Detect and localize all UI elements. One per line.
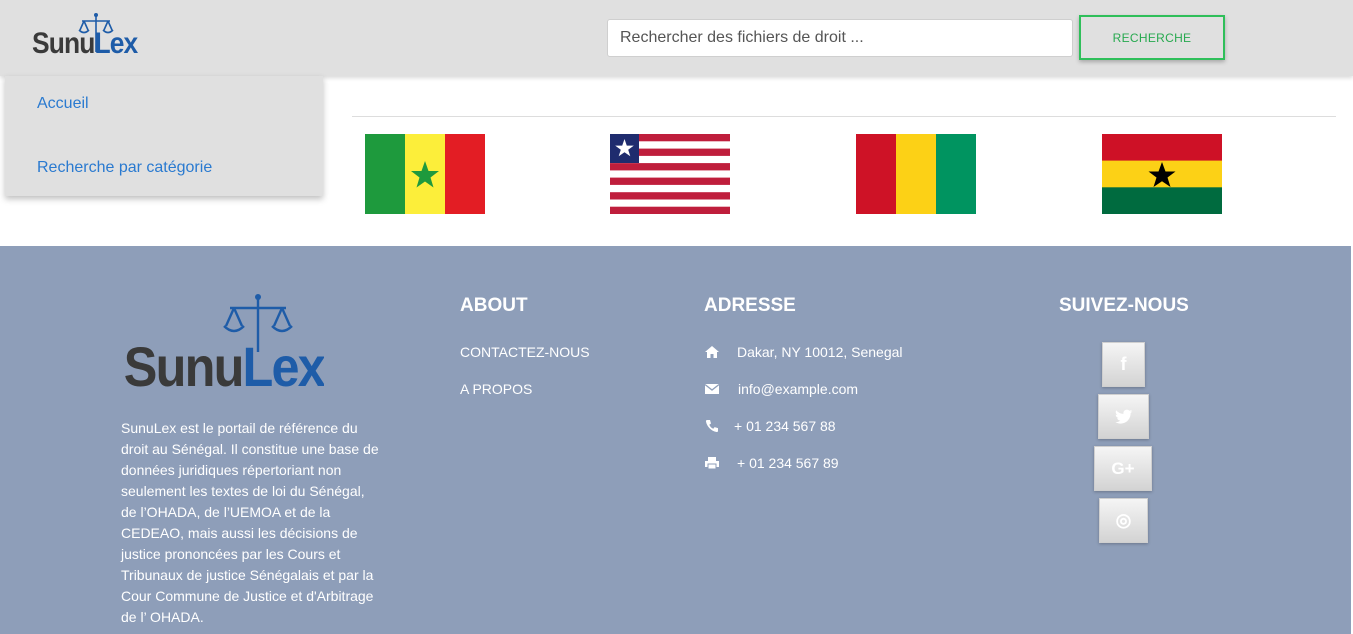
address-text: Dakar, NY 10012, Senegal — [737, 344, 903, 360]
phone-icon — [705, 420, 718, 433]
flag-liberia[interactable] — [610, 134, 730, 214]
footer-description: SunuLex est le portail de référence du d… — [121, 420, 379, 625]
search-input[interactable] — [607, 19, 1073, 57]
menu-item-recherche-categorie[interactable]: Recherche par catégorie — [37, 159, 212, 177]
flag-ghana[interactable] — [1102, 134, 1222, 214]
logo-part-lex: Lex — [94, 27, 138, 60]
footer-about-title: ABOUT — [460, 295, 528, 316]
flag-senegal[interactable] — [365, 134, 485, 214]
search-button[interactable]: RECHERCHE — [1079, 15, 1225, 60]
content-divider — [352, 116, 1336, 117]
nav-menu: Accueil Recherche par catégorie — [5, 76, 323, 196]
printer-icon — [705, 457, 719, 470]
footer-social-title: SUIVEZ-NOUS — [1059, 295, 1189, 316]
header: SunuLex RECHERCHE — [0, 0, 1353, 76]
logo-wordmark: SunuLex — [32, 24, 138, 64]
footer-address-title: ADRESSE — [704, 295, 796, 316]
facebook-icon[interactable]: f — [1102, 342, 1145, 387]
scales-of-justice-icon: SunuLex — [124, 294, 328, 399]
footer-logo: SunuLex — [122, 292, 328, 399]
google-plus-icon[interactable]: G+ — [1094, 446, 1152, 491]
about-link[interactable]: A PROPOS — [460, 381, 532, 397]
home-icon — [705, 346, 719, 358]
flag-guinea[interactable] — [856, 134, 976, 214]
footer-logo-part-sunu: Sunu — [124, 337, 243, 392]
contact-link[interactable]: CONTACTEZ-NOUS — [460, 344, 590, 360]
twitter-icon[interactable] — [1098, 394, 1149, 439]
fax-text: + 01 234 567 89 — [737, 455, 839, 471]
footer-logo-part-lex: Lex — [243, 337, 324, 392]
logo-part-sunu: Sunu — [32, 27, 95, 60]
svg-text:SunuLex: SunuLex — [124, 337, 324, 392]
envelope-icon — [704, 383, 720, 394]
menu-item-accueil[interactable]: Accueil — [37, 95, 89, 113]
dribbble-icon[interactable]: ◎ — [1099, 498, 1148, 543]
phone-text: + 01 234 567 88 — [734, 418, 836, 434]
email-text[interactable]: info@example.com — [738, 381, 858, 397]
